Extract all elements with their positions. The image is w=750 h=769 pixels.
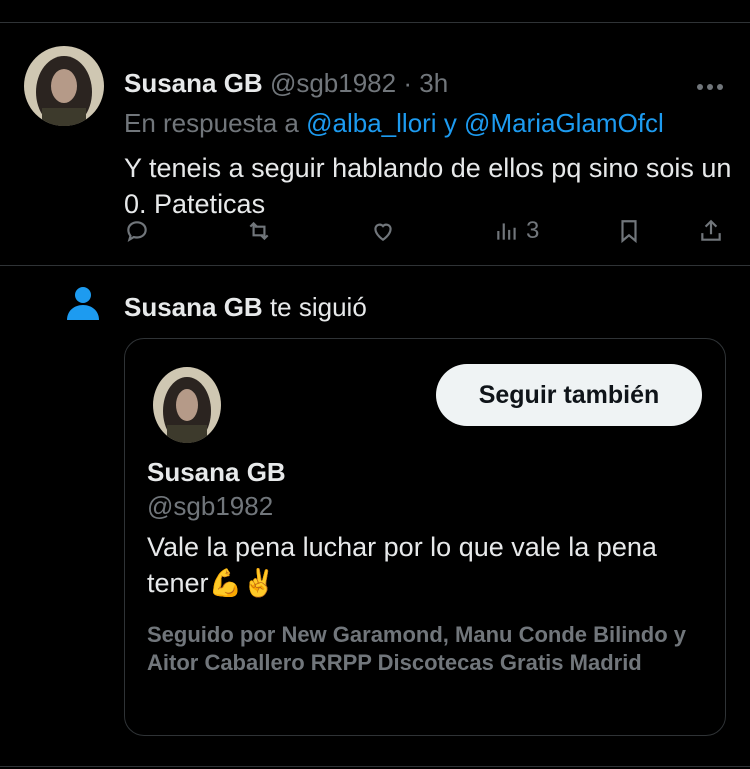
card-handle[interactable]: @sgb1982 [147,489,273,523]
avatar[interactable] [24,46,104,126]
follow-notification[interactable]: Susana GB te siguió Seguir también Susan… [0,266,750,769]
reply-context: En respuesta a @alba_llori y @MariaGlamO… [124,106,664,140]
retweet-button[interactable] [246,214,272,248]
bottom-divider [0,766,750,767]
followed-by-text: Seguido por New Garamond, Manu Conde Bil… [147,622,687,675]
timestamp[interactable]: 3h [419,68,448,98]
share-icon [701,219,721,241]
top-divider [0,22,750,23]
views-button[interactable]: 3 [494,214,539,248]
tweet-header: Susana GB @sgb1982 · 3h [124,66,448,100]
heart-icon [374,223,392,241]
person-icon [64,284,102,322]
bookmark-button[interactable] [616,214,642,248]
views-icon [497,223,516,240]
bookmark-icon [621,220,637,244]
tweet-actions: 3 [0,214,750,248]
separator: · [403,68,413,98]
mention-link[interactable]: @MariaGlamOfcl [464,108,664,138]
reply-prefix: En respuesta a [124,108,307,138]
tweet-text: Y teneis a seguir hablando de ellos pq s… [124,153,732,219]
follow-back-button[interactable]: Seguir también [436,364,702,426]
author-handle[interactable]: @sgb1982 [270,68,396,98]
card-bio: Vale la pena luchar por lo que vale la p… [147,532,657,598]
follow-text: Susana GB te siguió [124,290,367,324]
retweet-icon [249,221,269,241]
card-name[interactable]: Susana GB [147,455,286,489]
reply-joiner: y [436,108,465,138]
avatar[interactable] [153,367,221,443]
share-button[interactable] [698,214,724,248]
more-horizontal-icon[interactable] [696,70,724,98]
views-count: 3 [526,217,540,244]
tweet[interactable]: Susana GB @sgb1982 · 3h En respuesta a @… [0,24,750,266]
follower-name[interactable]: Susana GB [124,292,263,322]
like-button[interactable] [370,214,396,248]
reply-icon [127,221,147,243]
author-name[interactable]: Susana GB [124,68,263,98]
reply-button[interactable] [124,214,150,248]
user-card[interactable]: Seguir también Susana GB @sgb1982 Vale l… [124,338,726,736]
mention-link[interactable]: @alba_llori [306,108,436,138]
follow-action-text: te siguió [262,292,367,322]
